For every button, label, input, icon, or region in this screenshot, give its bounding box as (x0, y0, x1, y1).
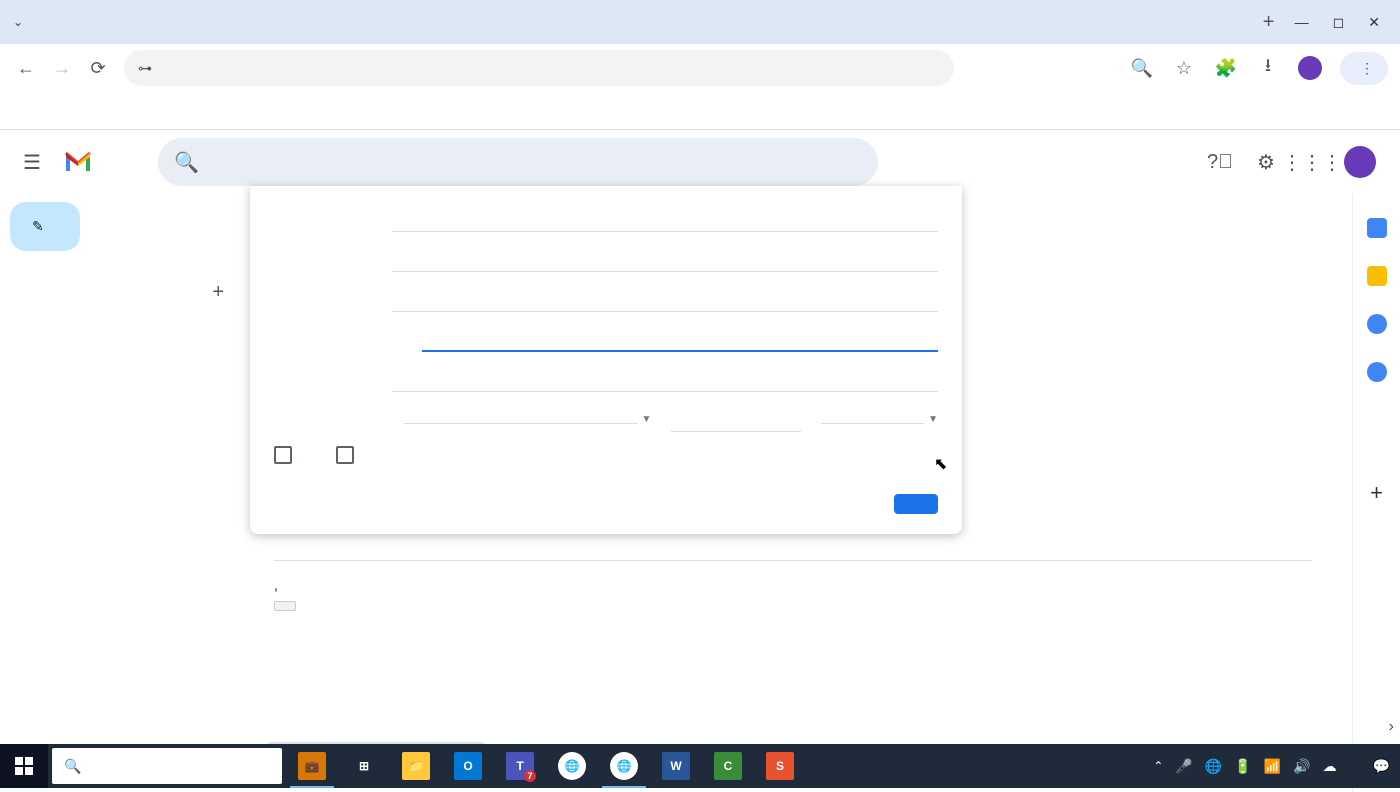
checkbox-icon (336, 446, 354, 464)
size-value-input[interactable] (671, 407, 801, 432)
taskbar-chrome[interactable]: 🌐 (546, 744, 598, 788)
chrome-update-chip[interactable]: ⋮ (1340, 52, 1388, 85)
forward-button[interactable]: → (48, 54, 76, 82)
contacts-icon[interactable] (1367, 362, 1387, 382)
windows-search[interactable]: 🔍 (52, 748, 282, 784)
close-window-button[interactable]: ✕ (1368, 14, 1380, 31)
apps-grid-icon[interactable]: ⋮⋮⋮ (1298, 148, 1326, 176)
taskbar-explorer[interactable]: 📁 (390, 744, 442, 788)
start-button[interactable] (0, 744, 48, 788)
bookmark-star-icon[interactable]: ☆ (1172, 56, 1196, 80)
includes-input[interactable] (422, 326, 938, 352)
taskbar-briefcase[interactable]: 💼 (286, 744, 338, 788)
gmail-body: ✎ + (0, 194, 1400, 792)
search-button[interactable] (894, 494, 938, 514)
size-unit-select[interactable] (821, 415, 924, 424)
site-info-icon[interactable]: ⊶ (138, 60, 152, 77)
gmail-logo-icon (64, 151, 92, 173)
wifi-icon[interactable]: 📶 (1264, 758, 1281, 775)
help-icon[interactable]: ?⃝ (1206, 148, 1234, 176)
account-avatar[interactable] (1344, 146, 1376, 178)
new-tab-button[interactable]: + (1255, 11, 1283, 34)
window-controls: — ◻ ✕ (1283, 14, 1392, 31)
keep-icon[interactable] (1367, 266, 1387, 286)
battery-icon[interactable]: 🔋 (1234, 758, 1251, 775)
taskbar-outlook[interactable]: O (442, 744, 494, 788)
search-bar[interactable]: 🔍 (158, 138, 878, 186)
search-input[interactable] (213, 153, 862, 171)
to-input[interactable] (392, 247, 938, 272)
taskbar-camtasia[interactable]: C (702, 744, 754, 788)
tray-overflow[interactable]: ⌃ (1153, 759, 1163, 773)
taskbar-teams[interactable]: T7 (494, 744, 546, 788)
chrome-titlebar: ⌄ + — ◻ ✕ (0, 0, 1400, 44)
has-attachment-checkbox[interactable] (274, 446, 306, 464)
settings-gear-icon[interactable]: ⚙ (1252, 148, 1280, 176)
sidebar: ✎ + (0, 194, 250, 792)
add-addon-button[interactable]: + (1370, 480, 1383, 506)
taskbar-taskview[interactable]: ⊞ (338, 744, 390, 788)
from-input[interactable] (392, 207, 938, 232)
main-menu-button[interactable]: ☰ (12, 142, 52, 182)
checkbox-icon (274, 446, 292, 464)
onedrive-icon[interactable]: ☁ (1323, 758, 1337, 775)
select-line: , (274, 577, 1312, 593)
back-button[interactable]: ← (12, 54, 40, 82)
windows-taskbar: 🔍 💼 ⊞ 📁 O T7 🌐 🌐 W C S ⌃ 🎤 🌐 🔋 📶 🔊 ☁ 💬 (0, 744, 1400, 788)
menu-icon: ⋮ (1360, 60, 1374, 77)
hide-sidepanel-button[interactable]: › (1389, 718, 1394, 736)
tab-search-dropdown[interactable]: ⌄ (8, 15, 28, 29)
zoom-icon[interactable]: 🔍 (1130, 56, 1154, 80)
address-bar[interactable]: ⊶ (124, 50, 954, 86)
calendar-icon[interactable] (1367, 218, 1387, 238)
taskbar-snagit[interactable]: S (754, 744, 806, 788)
chrome-toolbar: ← → ⟳ ⊶ 🔍 ☆ 🧩 ⭳ ⋮ (0, 44, 1400, 92)
add-label-button[interactable]: + (212, 281, 224, 304)
bookmarks-bar (0, 92, 1400, 130)
tasks-icon[interactable] (1367, 314, 1387, 334)
subject-input[interactable] (392, 287, 938, 312)
gmail-header: ☰ 🔍 ?⃝ ⚙ ⋮⋮⋮ (0, 130, 1400, 194)
profile-badge[interactable] (1298, 56, 1322, 80)
windows-logo-icon (15, 757, 33, 775)
volume-icon[interactable]: 🔊 (1293, 758, 1310, 775)
search-filter-panel: ▼ ▼ (250, 186, 962, 534)
reload-button[interactable]: ⟳ (84, 54, 112, 82)
globe-icon[interactable]: 🌐 (1205, 758, 1222, 775)
mic-icon[interactable]: 🎤 (1175, 758, 1192, 775)
side-panel: + (1352, 194, 1400, 792)
maximize-button[interactable]: ◻ (1333, 14, 1345, 31)
chevron-down-icon: ▼ (928, 414, 938, 425)
doesnt-have-input[interactable] (392, 367, 938, 392)
taskbar-chrome-2[interactable]: 🌐 (598, 744, 650, 788)
minimize-button[interactable]: — (1295, 14, 1309, 31)
chevron-down-icon: ▼ (642, 414, 652, 425)
blocked-addresses-section: , (274, 560, 1312, 611)
pencil-icon: ✎ (32, 218, 44, 235)
notifications-icon[interactable]: 💬 (1373, 758, 1390, 775)
dont-include-chats-checkbox[interactable] (336, 446, 368, 464)
size-operator-select[interactable] (404, 415, 637, 424)
content-area: ▼ ▼ ⬉ (250, 194, 1352, 792)
compose-button[interactable]: ✎ (10, 202, 80, 251)
downloads-icon[interactable]: ⭳ (1256, 56, 1280, 80)
gmail-logo[interactable] (64, 151, 98, 173)
extensions-icon[interactable]: 🧩 (1214, 56, 1238, 80)
labels-header: + (8, 265, 242, 304)
unblock-button[interactable] (274, 601, 296, 611)
system-tray: ⌃ 🎤 🌐 🔋 📶 🔊 ☁ 💬 (1153, 758, 1400, 775)
taskbar-word[interactable]: W (650, 744, 702, 788)
search-icon: 🔍 (174, 150, 199, 175)
taskbar-apps: 💼 ⊞ 📁 O T7 🌐 🌐 W C S (286, 744, 806, 788)
search-icon: 🔍 (64, 758, 81, 775)
